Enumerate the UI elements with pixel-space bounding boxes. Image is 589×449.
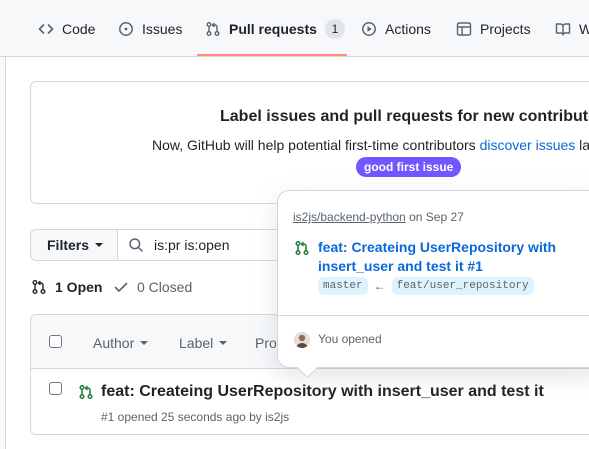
hovercard-date: on Sep 27 [409,210,464,224]
closed-filter[interactable]: 0 Closed [113,279,192,295]
row-checkbox[interactable] [49,382,62,395]
caret-down-icon [95,243,104,247]
pull-request-hovercard: is2js/backend-python on Sep 27 feat: Cre… [277,190,589,368]
filters-button[interactable]: Filters [30,229,118,261]
git-pull-request-icon [31,279,47,295]
git-pull-request-icon [205,21,221,37]
hovercard-branches: master ← feat/user_repository [318,277,534,295]
tab-pull-requests[interactable]: Pull requests 1 [197,12,353,46]
book-icon [555,21,571,37]
tab-pull-requests-label: Pull requests [229,21,317,37]
hovercard-opened-text: You opened [318,332,382,346]
author-filter[interactable]: Author [93,335,149,351]
check-icon [113,279,129,295]
caret-down-icon [140,341,149,345]
tab-issues[interactable]: Issues [110,12,190,46]
hovercard-divider [278,315,589,316]
projects-filter[interactable]: Pro [255,335,277,351]
hovercard-title-link[interactable]: feat: Createing UserRepository with inse… [318,238,589,276]
base-branch[interactable]: master [318,277,368,295]
tab-projects-label: Projects [480,21,531,37]
tab-code[interactable]: Code [30,12,103,46]
git-pull-request-icon [78,384,94,400]
author-filter-label: Author [93,335,135,351]
label-filter[interactable]: Label [179,335,228,351]
repo-nav: Code Issues Pull requests 1 Actions Proj… [0,0,589,57]
banner-text-suffix: la [579,137,589,153]
table-icon [456,21,472,37]
pull-request-meta: #1 opened 25 seconds ago by is2js [101,410,290,424]
open-count-label: 1 Open [55,279,103,295]
tab-issues-label: Issues [142,21,183,37]
tab-projects[interactable]: Projects [448,12,539,46]
tab-actions-label: Actions [385,21,431,37]
hovercard-repo-line: is2js/backend-python on Sep 27 [293,210,464,224]
pull-request-title-link[interactable]: feat: Createing UserRepository with inse… [101,383,544,401]
pull-requests-counter: 1 [324,19,345,39]
hovercard-repo-link[interactable]: is2js/backend-python [293,210,406,224]
label-filter-label: Label [179,335,214,351]
filters-button-label: Filters [47,237,90,253]
tab-wiki[interactable]: W [547,12,589,46]
search-icon [128,237,144,253]
head-branch[interactable]: feat/user_repository [391,277,534,295]
issue-opened-icon [118,21,134,37]
code-icon [38,21,54,37]
banner-text-prefix: Now, GitHub will help potential first-ti… [152,137,476,153]
tab-code-label: Code [62,21,96,37]
good-first-issue-label[interactable]: good first issue [356,157,462,177]
tab-wiki-label: W [579,21,589,37]
arrow-left-icon: ← [373,279,386,293]
avatar [294,332,310,348]
tab-actions[interactable]: Actions [353,12,439,46]
select-all-checkbox[interactable] [49,335,62,348]
open-filter[interactable]: 1 Open [31,279,102,295]
active-tab-underline [197,54,347,56]
banner-title: Label issues and pull requests for new c… [220,108,589,125]
git-pull-request-icon [294,240,310,256]
discover-issues-link[interactable]: discover issues [480,137,576,153]
banner-text: Now, GitHub will help potential first-ti… [152,137,589,153]
projects-filter-label: Pro [255,335,277,351]
closed-count-label: 0 Closed [137,279,193,295]
play-icon [361,21,377,37]
caret-down-icon [219,341,228,345]
